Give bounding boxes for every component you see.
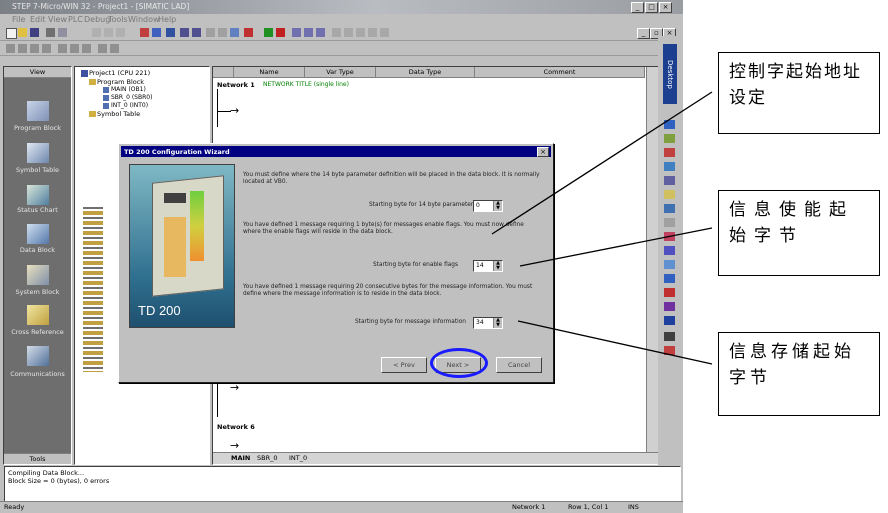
- callout-text-1: 控制字起始地址设定: [729, 62, 862, 108]
- callout-box-3: 信息存储起始字节: [718, 332, 880, 416]
- callout-box-1: 控制字起始地址设定: [718, 52, 880, 134]
- callout-text-2: 信息使能起始字节: [729, 200, 854, 246]
- callout-line-2: [519, 227, 713, 267]
- callout-line-1: [491, 91, 713, 235]
- callout-line-3: [517, 320, 713, 365]
- callout-box-2: 信息使能起始字节: [718, 190, 880, 276]
- callout-text-3: 信息存储起始字节: [729, 342, 855, 388]
